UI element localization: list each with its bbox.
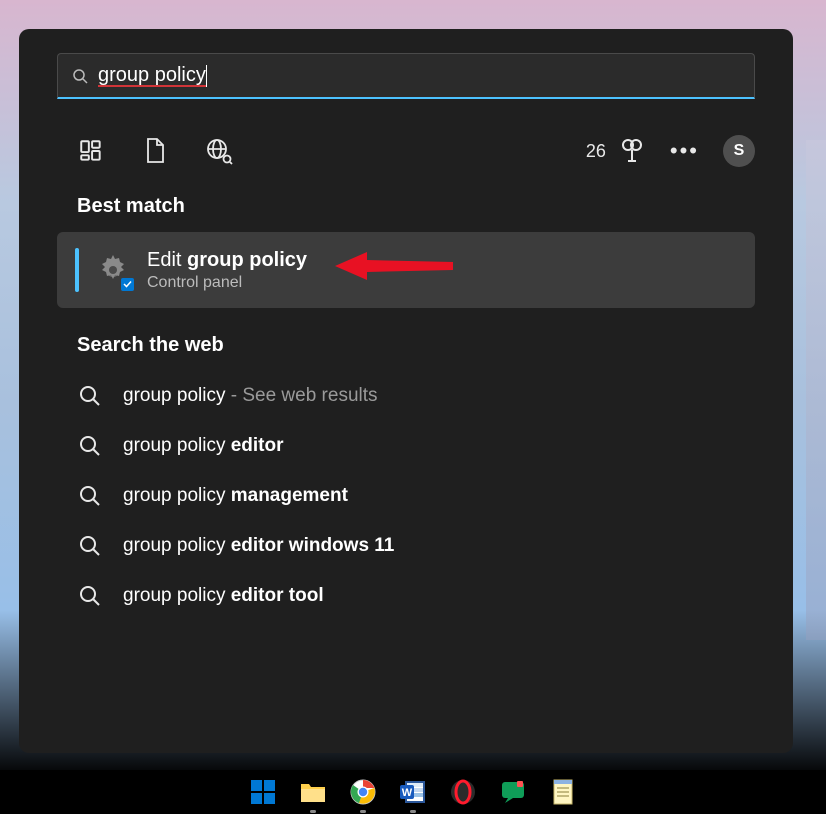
wallpaper-decoration	[806, 140, 826, 640]
web-result-text: group policy editor	[123, 435, 284, 457]
search-scope-row: 26 ••• S	[57, 117, 755, 185]
more-options-icon[interactable]: •••	[670, 138, 699, 164]
search-icon	[72, 68, 88, 84]
start-button[interactable]	[248, 777, 278, 807]
documents-scope-icon[interactable]	[141, 137, 169, 165]
web-result-item[interactable]: group policy editor	[57, 421, 755, 471]
best-match-header: Best match	[77, 195, 743, 218]
search-query-text: group policy	[98, 65, 206, 87]
web-result-text: group policy management	[123, 485, 348, 507]
annotation-arrow-icon	[335, 244, 455, 288]
apps-scope-icon[interactable]	[77, 137, 105, 165]
notepad-icon[interactable]	[548, 777, 578, 807]
search-icon	[79, 385, 101, 407]
selection-indicator	[75, 248, 79, 292]
search-icon	[79, 585, 101, 607]
opera-icon[interactable]	[448, 777, 478, 807]
web-result-item[interactable]: group policy - See web results	[57, 371, 755, 421]
best-match-result[interactable]: Edit group policy Control panel	[57, 232, 755, 308]
control-panel-icon	[95, 252, 131, 288]
web-result-item[interactable]: group policy editor windows 11	[57, 521, 755, 571]
taskbar: W	[0, 770, 826, 814]
search-box[interactable]: group policy	[57, 53, 755, 99]
windows-search-panel: group policy 26 ••• S Best match	[19, 29, 793, 753]
search-icon	[79, 535, 101, 557]
chrome-icon[interactable]	[348, 777, 378, 807]
web-results-list: group policy - See web results group pol…	[57, 371, 755, 621]
word-icon[interactable]: W	[398, 777, 428, 807]
search-icon	[79, 485, 101, 507]
svg-text:W: W	[402, 787, 413, 799]
web-result-text: group policy editor windows 11	[123, 535, 394, 557]
best-match-title: Edit group policy	[147, 249, 307, 272]
chat-app-icon[interactable]	[498, 777, 528, 807]
text-cursor	[206, 65, 207, 87]
best-match-subtitle: Control panel	[147, 274, 307, 292]
search-web-header: Search the web	[77, 334, 743, 357]
web-result-text: group policy editor tool	[123, 585, 324, 607]
search-icon	[79, 435, 101, 457]
user-avatar[interactable]: S	[723, 135, 755, 167]
rewards-icon[interactable]	[618, 137, 646, 165]
web-scope-icon[interactable]	[205, 137, 233, 165]
web-result-item[interactable]: group policy editor tool	[57, 571, 755, 621]
file-explorer-icon[interactable]	[298, 777, 328, 807]
rewards-count: 26	[586, 141, 606, 162]
web-result-item[interactable]: group policy management	[57, 471, 755, 521]
web-result-text: group policy - See web results	[123, 385, 378, 407]
search-input[interactable]: group policy	[88, 64, 740, 87]
